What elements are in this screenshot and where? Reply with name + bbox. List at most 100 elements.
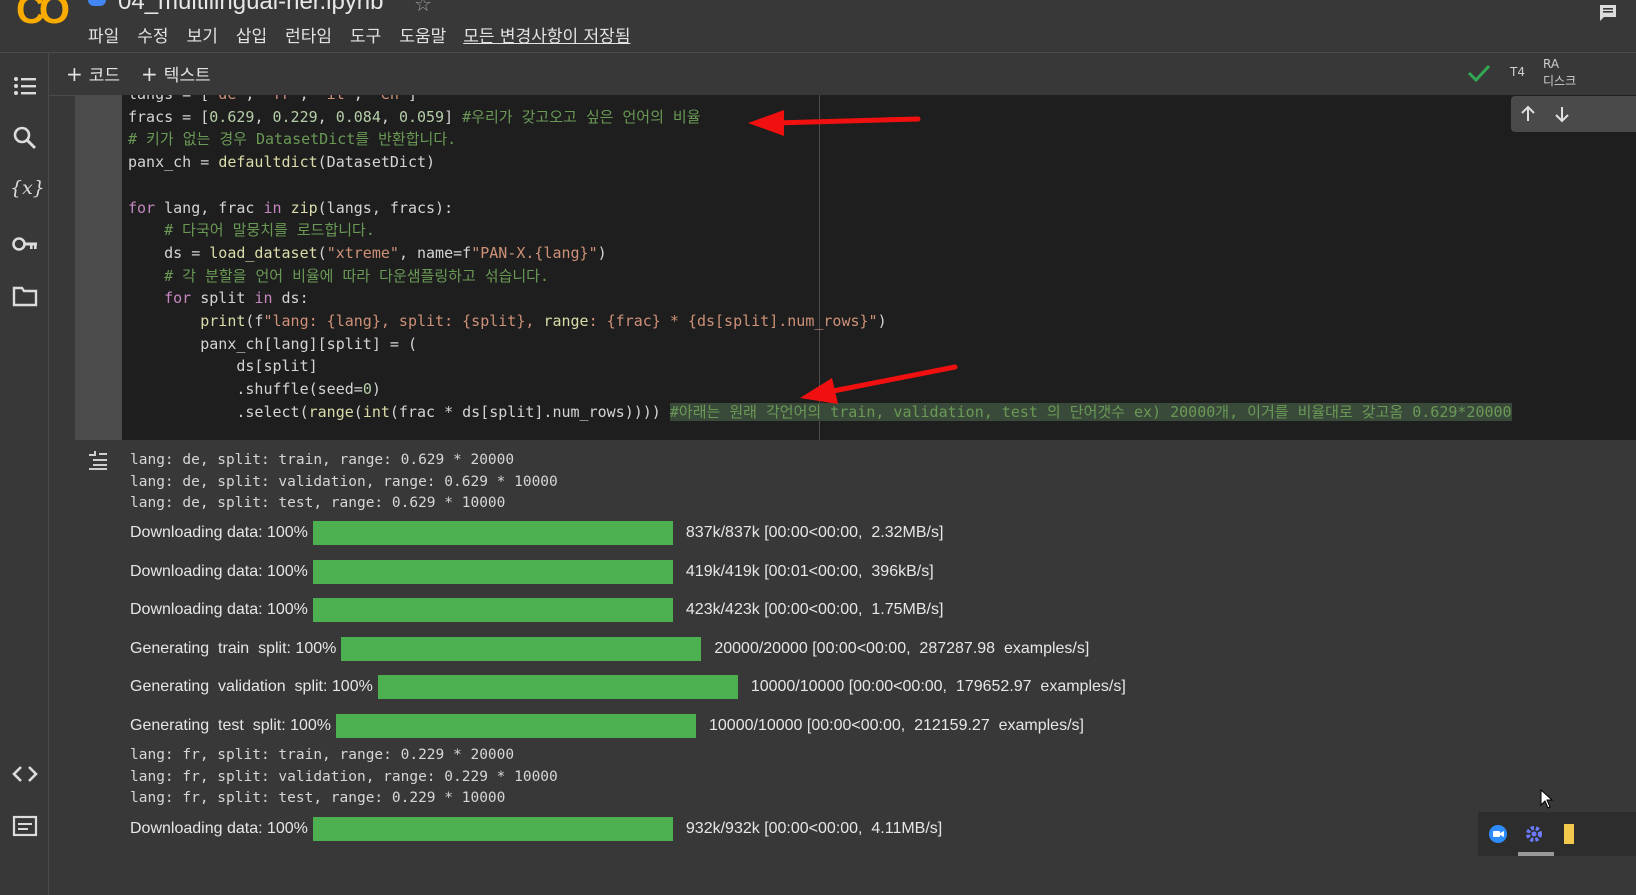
progress-bar (341, 637, 702, 661)
progress-fill (312, 598, 673, 622)
code-editor[interactable]: langs = ["de", "fr", "it", "en"] fracs =… (122, 95, 1636, 440)
code-line: # 각 분할을 언어 비율에 따라 다운샘플링하고 섞습니다. (128, 266, 550, 285)
code-line: .select(range(int(frac * ds[split].num_r… (128, 402, 670, 421)
code-line: # 다국어 말뭉치를 로드합니다. (128, 221, 375, 240)
output-log-block: lang: fr, split: train, range: 0.229 * 2… (130, 745, 558, 810)
progress-fill (312, 560, 673, 584)
secrets-key-icon[interactable] (12, 231, 38, 257)
progress-info: 20000/20000 [00:00<00:00, 287287.98 exam… (714, 640, 1090, 657)
progress-bar (312, 560, 673, 584)
progress-bar (312, 598, 673, 622)
code-content[interactable]: langs = ["de", "fr", "it", "en"] fracs =… (128, 95, 1512, 424)
files-folder-icon[interactable] (12, 283, 38, 309)
runtime-type[interactable]: T4 (1510, 65, 1525, 79)
output-line: lang: fr, split: validation, range: 0.22… (130, 768, 558, 785)
progress-info: 423k/423k [00:00<00:00, 1.75MB/s] (685, 601, 944, 618)
menu-runtime[interactable]: 런타임 (276, 22, 341, 47)
progress-label: Downloading data: 100% (130, 601, 308, 618)
connected-check-icon (1467, 64, 1491, 83)
search-icon[interactable] (12, 125, 38, 151)
folder-tray-icon[interactable] (1564, 824, 1574, 844)
progress-fill (377, 675, 738, 699)
menu-tools[interactable]: 도구 (341, 22, 390, 47)
menu-edit[interactable]: 수정 (128, 22, 177, 47)
menu-help[interactable]: 도움말 (390, 22, 455, 47)
tray-underline (1518, 852, 1554, 856)
saved-status-link[interactable]: 모든 변경사항이 저장됨 (463, 22, 630, 47)
code-line: ds[split] (128, 357, 318, 376)
output-line: lang: fr, split: train, range: 0.229 * 2… (130, 747, 515, 763)
progress-row: Generating train split: 100% 20000/20000… (130, 637, 1089, 661)
code-line: for lang, frac in zip(langs, fracs): (128, 198, 454, 217)
output-line: lang: de, split: train, range: 0.629 * 2… (130, 452, 515, 468)
progress-row: Generating validation split: 100% 10000/… (130, 675, 1126, 699)
code-line: fracs = [0.629, 0.229, 0.084, 0.059] #우리… (128, 107, 701, 126)
output-line: lang: de, split: validation, range: 0.62… (130, 473, 558, 490)
star-icon[interactable]: ☆ (414, 0, 432, 16)
tray-popup (1478, 812, 1636, 856)
code-line: print(f"lang: {lang}, split: {split}, ra… (200, 312, 887, 331)
code-snippets-icon[interactable] (12, 761, 38, 787)
cell-toolbar (1511, 96, 1636, 132)
output-toggle-icon[interactable] (87, 449, 109, 471)
code-line: langs = ["de", "fr", "it", "en"] (128, 95, 417, 103)
progress-fill (341, 637, 702, 661)
comment-icon[interactable] (1598, 4, 1618, 22)
ram-label: RA (1543, 57, 1560, 71)
code-line: ds = load_dataset("xtreme", name=f"PAN-X… (128, 243, 607, 262)
progress-row: Downloading data: 100% 419k/419k [00:01<… (130, 560, 934, 584)
progress-row: Downloading data: 100% 423k/423k [00:00<… (130, 598, 943, 622)
add-text-label: 텍스트 (163, 66, 211, 86)
progress-info: 837k/837k [00:00<00:00, 2.32MB/s] (685, 524, 944, 541)
progress-info: 419k/419k [00:01<00:00, 396kB/s] (685, 563, 934, 580)
resource-indicator[interactable]: RA 디스크 (1543, 56, 1576, 90)
progress-row: Downloading data: 100% 837k/837k [00:00<… (130, 521, 943, 545)
code-line: panx_ch[lang][split] = ( (128, 334, 417, 353)
toc-icon[interactable] (12, 73, 38, 99)
code-line: panx_ch = defaultdict(DatasetDict) (128, 153, 436, 172)
progress-label: Downloading data: 100% (130, 563, 308, 580)
add-code-button[interactable]: + 코드 (66, 61, 120, 86)
terminal-icon[interactable] (12, 813, 38, 839)
progress-label: Generating test split: 100% (130, 717, 331, 734)
code-line: .shuffle(seed=0) (128, 380, 381, 399)
plus-icon: + (66, 62, 83, 86)
notebook-title[interactable]: 04_multilingual-ner.ipynb (118, 0, 384, 16)
move-up-icon[interactable] (1519, 105, 1537, 123)
colab-logo[interactable]: CO (16, 0, 70, 33)
progress-label: Generating train split: 100% (130, 640, 337, 657)
variables-icon[interactable]: {x} (10, 177, 45, 203)
gear-tray-icon[interactable] (1524, 824, 1544, 844)
cell-gutter[interactable] (75, 95, 122, 440)
disk-label: 디스크 (1543, 74, 1577, 88)
code-line: # 키가 없는 경우 DatasetDict를 반환합니다. (128, 130, 457, 149)
progress-info: 932k/932k [00:00<00:00, 4.11MB/s] (685, 820, 943, 837)
progress-fill (312, 817, 673, 841)
left-sidebar: {x} (0, 53, 49, 895)
progress-label: Downloading data: 100% (130, 524, 308, 541)
add-code-label: 코드 (88, 66, 121, 86)
menu-insert[interactable]: 삽입 (227, 22, 276, 47)
progress-info: 10000/10000 [00:00<00:00, 212159.27 exam… (709, 717, 1084, 734)
menu-view[interactable]: 보기 (178, 22, 227, 47)
header-bar: CO 04_multilingual-ner.ipynb ☆ 파일 수정 보기 … (0, 0, 1636, 53)
menu-file[interactable]: 파일 (88, 22, 128, 47)
code-comment-highlight: #아래는 원래 각언어의 train, validation, test 의 단… (669, 402, 1512, 421)
output-log-block: lang: de, split: train, range: 0.629 * 2… (130, 450, 558, 515)
menu-bar: 파일 수정 보기 삽입 런타임 도구 도움말 모든 변경사항이 저장됨 (88, 22, 630, 47)
output-line: lang: de, split: test, range: 0.629 * 10… (130, 495, 506, 512)
move-down-icon[interactable] (1553, 105, 1571, 123)
code-line: for split in ds: (164, 289, 309, 308)
progress-bar (312, 817, 673, 841)
progress-fill (312, 521, 673, 545)
output-line: lang: fr, split: test, range: 0.229 * 10… (130, 790, 506, 807)
notebook-toolbar: + 코드 + 텍스트 T4 RA 디스크 (49, 53, 1636, 96)
progress-bar (336, 714, 696, 738)
cell-output: lang: de, split: train, range: 0.629 * 2… (75, 441, 1636, 895)
zoom-tray-icon[interactable] (1488, 824, 1508, 844)
add-text-button[interactable]: + 텍스트 (141, 61, 211, 86)
progress-label: Generating validation split: 100% (130, 678, 373, 695)
progress-row: Downloading data: 100% 932k/932k [00:00<… (130, 817, 942, 841)
progress-bar (312, 521, 673, 545)
progress-row: Generating test split: 100% 10000/10000 … (130, 714, 1084, 738)
